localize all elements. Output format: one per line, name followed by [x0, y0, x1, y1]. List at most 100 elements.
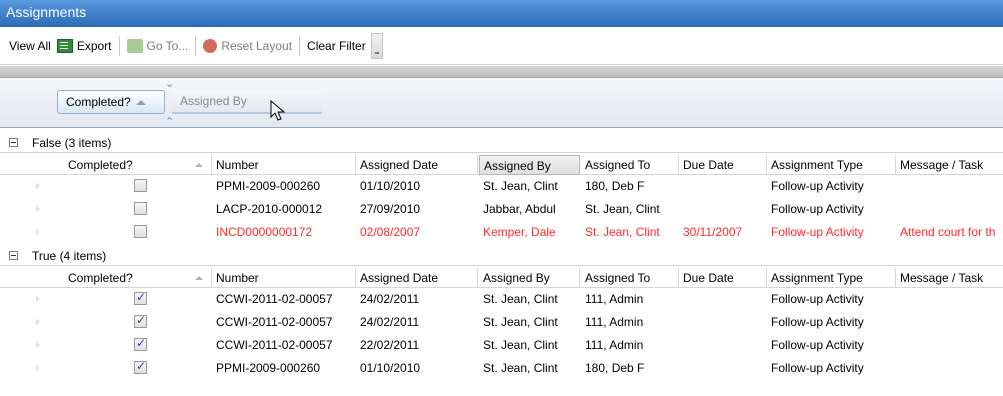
number-cell: CCWI-2011-02-00057 [216, 315, 333, 329]
completed-checkbox[interactable] [134, 290, 147, 305]
number-cell: PPMI-2009-000260 [216, 361, 321, 375]
table-row[interactable]: CCWI-2011-02-00057 24/02/2011 St. Jean, … [0, 289, 1003, 309]
table-row[interactable]: CCWI-2011-02-00057 24/02/2011 St. Jean, … [0, 312, 1003, 332]
assignment-type-cell: Follow-up Activity [771, 338, 864, 352]
message-task-cell [896, 289, 1003, 309]
assigned-to-cell: St. Jean, Clint [585, 202, 660, 216]
group-header-false[interactable]: False (3 items) [0, 133, 1003, 153]
number-cell: INCD0000000172 [216, 225, 313, 239]
column-header-label: Number [216, 271, 259, 285]
row-indicator-icon [36, 228, 40, 236]
column-header-due-date[interactable]: Due Date [679, 268, 767, 288]
reset-layout-button[interactable]: Reset Layout [200, 36, 295, 56]
column-header-completed[interactable]: Completed? [64, 268, 212, 288]
completed-checkbox[interactable] [134, 336, 147, 351]
column-header-label: Assignment Type [771, 271, 863, 285]
go-to-label: Go To... [146, 38, 189, 53]
completed-checkbox[interactable] [134, 202, 147, 215]
view-all-label: View All [9, 38, 51, 53]
due-date-cell [679, 358, 687, 378]
row-indicator-icon [36, 341, 40, 349]
expand-chevron-icon[interactable]: ⌄ [165, 79, 174, 90]
group-header-true[interactable]: True (4 items) [0, 246, 1003, 266]
row-indicator-icon [36, 205, 40, 213]
column-header-number[interactable]: Number [212, 155, 356, 175]
table-row[interactable]: CCWI-2011-02-00057 22/02/2011 St. Jean, … [0, 335, 1003, 355]
due-date-cell [679, 312, 687, 332]
number-cell: CCWI-2011-02-00057 [216, 292, 333, 306]
column-header-message-task[interactable]: Message / Task [896, 268, 1003, 288]
clear-filter-button[interactable]: Clear Filter [304, 36, 369, 56]
column-header-assignment-type[interactable]: Assignment Type [767, 268, 896, 288]
due-date-cell: 30/11/2007 [683, 225, 743, 239]
sort-ascending-icon [195, 276, 203, 280]
column-header-label: Assignment Type [771, 158, 863, 172]
window-title-bar: Assignments [0, 0, 1003, 27]
mouse-cursor-icon [270, 100, 286, 121]
completed-checkbox[interactable] [134, 225, 147, 238]
group-label: False (3 items) [32, 135, 112, 150]
assigned-to-cell: St. Jean, Clint [585, 225, 660, 239]
due-date-cell [679, 176, 687, 196]
column-header-label: Message / Task [900, 158, 984, 172]
toolbar-separator [195, 35, 197, 56]
sort-ascending-icon [195, 163, 203, 167]
export-label: Export [76, 38, 112, 53]
row-indicator-icon [36, 295, 40, 303]
group-label: True (4 items) [32, 248, 107, 263]
column-header-assigned-date[interactable]: Assigned Date [356, 268, 478, 288]
table-row[interactable]: LACP-2010-000012 27/09/2010 Jabbar, Abdu… [0, 199, 1003, 219]
table-row-overdue[interactable]: INCD0000000172 02/08/2007 Kemper, Dale S… [0, 222, 1003, 242]
assigned-date-cell: 02/08/2007 [360, 225, 421, 239]
column-header-label: Assigned Date [360, 271, 439, 285]
message-task-cell [896, 312, 1003, 332]
go-to-button[interactable]: Go To... [124, 36, 192, 56]
assigned-to-cell: 111, Admin [585, 315, 644, 329]
column-header-due-date[interactable]: Due Date [679, 155, 767, 175]
reset-layout-icon [203, 38, 218, 53]
assignment-type-cell: Follow-up Activity [771, 292, 864, 306]
column-header-message-task[interactable]: Message / Task [896, 155, 1003, 175]
export-icon [56, 38, 73, 53]
column-header-assigned-date[interactable]: Assigned Date [356, 155, 478, 175]
assignment-type-cell: Follow-up Activity [771, 225, 864, 239]
number-cell: CCWI-2011-02-00057 [216, 338, 333, 352]
group-chip-assigned-by[interactable]: Assigned By [172, 90, 322, 114]
assigned-date-cell: 01/10/2010 [360, 179, 421, 193]
completed-checkbox[interactable] [134, 179, 147, 192]
panel-splitter[interactable] [0, 66, 1003, 78]
group-chip-completed[interactable]: Completed? [57, 90, 165, 114]
toolbar: View All Export Go To... Reset Layout Cl… [0, 27, 1003, 65]
column-header-assigned-to[interactable]: Assigned To [581, 268, 679, 288]
view-all-button[interactable]: View All [6, 36, 54, 56]
assigned-date-cell: 24/02/2011 [360, 315, 420, 329]
column-header-label: Assigned Date [360, 158, 439, 172]
column-header-row: Completed? Number Assigned Date Assigned… [0, 155, 1003, 175]
column-header-assigned-to[interactable]: Assigned To [581, 155, 679, 175]
toolbar-overflow-button[interactable] [370, 32, 383, 59]
completed-checkbox[interactable] [134, 313, 147, 328]
column-header-completed[interactable]: Completed? [64, 155, 212, 175]
column-header-label: Assigned To [585, 271, 651, 285]
reset-layout-label: Reset Layout [221, 38, 293, 53]
collapse-chevron-icon[interactable]: ⌃ [165, 117, 174, 128]
table-row[interactable]: PPMI-2009-000260 01/10/2010 St. Jean, Cl… [0, 176, 1003, 196]
column-header-row: Completed? Number Assigned Date Assigned… [0, 268, 1003, 288]
column-header-label: Assigned To [585, 158, 651, 172]
assigned-by-cell: Jabbar, Abdul [483, 202, 556, 216]
group-chip-label: Completed? [66, 95, 131, 109]
column-header-assigned-by[interactable]: Assigned By [479, 155, 580, 175]
assigned-by-cell: Kemper, Dale [483, 225, 556, 239]
completed-checkbox[interactable] [134, 359, 147, 374]
export-button[interactable]: Export [54, 36, 115, 56]
column-header-label: Assigned By [483, 271, 550, 285]
group-chip-label: Assigned By [180, 94, 247, 108]
assignment-type-cell: Follow-up Activity [771, 179, 864, 193]
collapse-group-icon[interactable] [9, 138, 18, 147]
column-header-assigned-by[interactable]: Assigned By [479, 268, 580, 288]
column-header-assignment-type[interactable]: Assignment Type [767, 155, 896, 175]
column-header-label: Due Date [683, 271, 734, 285]
table-row[interactable]: PPMI-2009-000260 01/10/2010 St. Jean, Cl… [0, 358, 1003, 378]
collapse-group-icon[interactable] [9, 251, 18, 260]
column-header-number[interactable]: Number [212, 268, 356, 288]
